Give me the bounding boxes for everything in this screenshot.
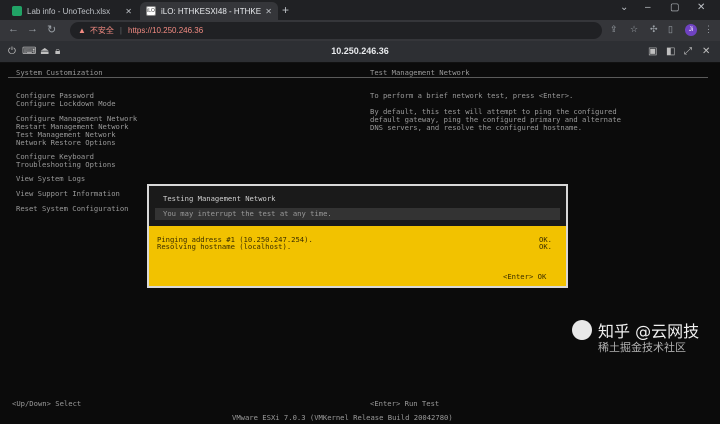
avatar[interactable]: Ji [685,24,697,36]
dialog-subtitle-bar: You may interrupt the test at any time. [155,208,560,220]
menu-item-troubleshooting[interactable]: Troubleshooting Options [16,161,116,169]
ilo-icon: iLO [146,6,156,16]
back-icon[interactable]: ← [8,23,19,35]
console-host: 10.250.246.36 [331,46,389,56]
browser-toolbar: ← → ↻ ▲ 不安全 | https://10.250.246.36 ⇪ ☆ … [0,20,720,41]
footer-run-hint: <Enter> Run Test [370,399,440,408]
share-icon[interactable]: ⇪ [610,24,618,35]
new-tab-button[interactable]: + [282,3,289,17]
tab-title: iLO: HTHKESXI48 - HTHKESXI4 [161,6,262,16]
wechat-logo-icon [572,320,592,340]
fullscreen-icon[interactable]: ⤢ [684,46,692,57]
tab-ilo[interactable]: iLO iLO: HTHKESXI48 - HTHKESXI4 ✕ [140,2,278,20]
menu-icon[interactable]: ⋮ [704,24,713,35]
address-bar[interactable]: ▲ 不安全 | https://10.250.246.36 [70,22,602,39]
separator: | [119,26,122,35]
dialog-subtitle: You may interrupt the test at any time. [163,209,332,218]
extensions-icon[interactable]: ✣ [650,24,658,35]
dialog-results: Pinging address #1 (10.250.247.254). OK.… [149,226,566,286]
minimize-icon[interactable]: – [645,2,651,13]
window-icon[interactable]: ▣ [648,46,657,57]
url-text[interactable]: https://10.250.246.36 [128,26,203,35]
dialog-title: Testing Management Network [163,194,276,203]
description-line: To perform a brief network test, press <… [370,91,574,100]
fit-icon[interactable]: ◧ [666,46,675,57]
sidepanel-icon[interactable]: ▯ [668,24,673,35]
left-header: System Customization [16,68,103,77]
ilo-console-header: ⏻ ⌨ ⏏ 🔒︎ 10.250.246.36 ▣ ◧ ⤢ ✕ [0,41,720,63]
window-close-icon[interactable]: ✕ [697,2,705,13]
tab-title: Lab info - UnoTech.xlsx [27,6,111,16]
excel-icon [12,6,22,16]
maximize-icon[interactable]: ▢ [670,2,679,13]
tab-search-icon[interactable]: ⌄ [620,2,628,13]
reload-icon[interactable]: ↻ [47,23,56,36]
enter-key-label[interactable]: <Enter> [503,272,533,281]
result-resolve-label: Resolving hostname (localhost). [157,242,292,251]
footer-select-hint: <Up/Down> Select [12,399,82,408]
version-text: VMware ESXi 7.0.3 (VMKernel Release Buil… [232,413,453,422]
watermark-line2: 稀土掘金技术社区 [598,341,686,354]
menu-item-lockdown-mode[interactable]: Configure Lockdown Mode [16,100,116,108]
tab-excel[interactable]: Lab info - UnoTech.xlsx ✕ [6,2,138,20]
menu-item-support-info[interactable]: View Support Information [16,190,120,198]
forward-icon[interactable]: → [27,23,38,35]
ok-label[interactable]: OK [538,272,547,281]
warning-icon[interactable]: ▲ [78,26,86,35]
tab-strip: Lab info - UnoTech.xlsx ✕ iLO iLO: HTHKE… [0,0,720,20]
right-header: Test Management Network [370,68,470,77]
test-dialog: Testing Management Network You may inter… [147,184,568,288]
description-line: DNS servers, and resolve the configured … [370,123,583,132]
header-divider [8,77,708,78]
close-icon[interactable]: ✕ [125,7,132,16]
menu-item-reset-config[interactable]: Reset System Configuration [16,205,129,213]
security-label[interactable]: 不安全 [90,25,114,36]
result-resolve-status: OK. [539,242,552,251]
watermark: 知乎 @云网技 稀土掘金技术社区 [572,318,712,358]
close-icon[interactable]: ✕ [265,7,272,16]
console-close-icon[interactable]: ✕ [702,46,710,57]
enter-ok-button[interactable]: <Enter> OK [503,273,546,281]
menu-item-system-logs[interactable]: View System Logs [16,175,85,183]
dialog-header: Testing Management Network You may inter… [149,186,566,226]
bookmark-star-icon[interactable]: ☆ [630,24,638,35]
menu-item-network-restore[interactable]: Network Restore Options [16,139,116,147]
